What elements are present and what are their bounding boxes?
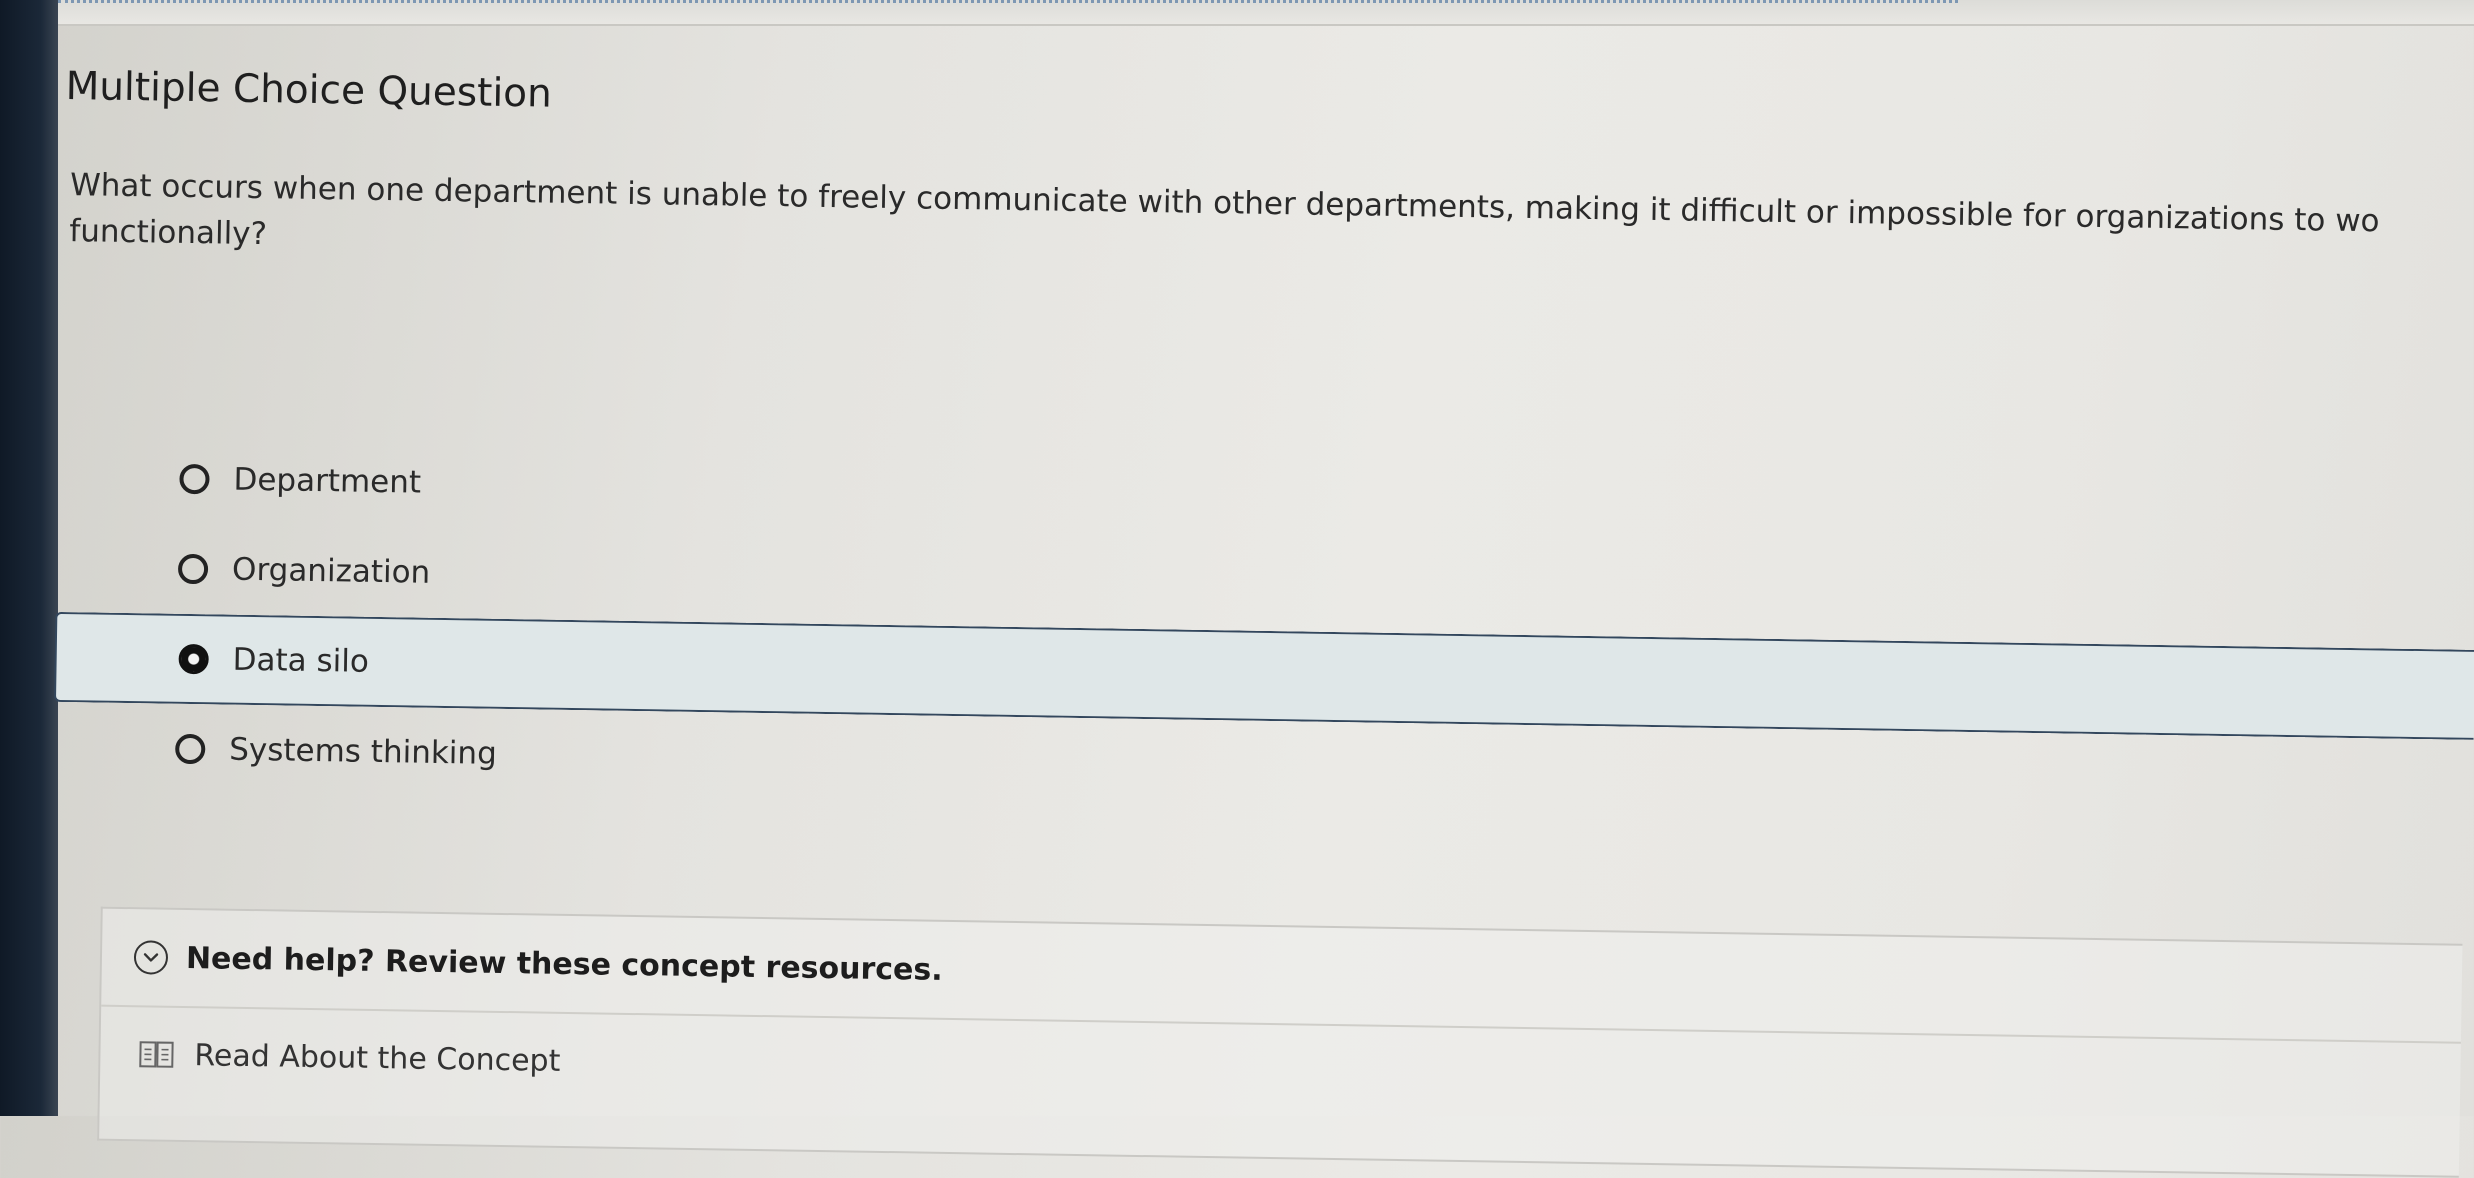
concept-resources-title: Need help? Review these concept resource… [186,940,943,987]
book-icon [138,1039,174,1070]
option-label: Systems thinking [229,732,497,772]
question-card: Multiple Choice Question What occurs whe… [49,64,2465,1154]
option-label: Department [233,462,421,501]
answer-options: Department Organization Data silo System… [113,433,2474,830]
question-type-heading: Multiple Choice Question [65,64,552,117]
focus-outline [58,0,1958,7]
concept-resources-panel: Need help? Review these concept resource… [97,907,2462,1178]
question-prompt: What occurs when one department is unabl… [69,162,2474,292]
option-label: Organization [232,552,431,591]
radio-unselected-icon[interactable] [175,734,205,764]
option-label: Data silo [232,642,369,680]
screen-bezel-left [0,0,58,1116]
radio-unselected-icon[interactable] [179,464,209,494]
radio-selected-icon[interactable] [178,644,208,674]
chevron-down-icon[interactable] [134,940,169,975]
radio-unselected-icon[interactable] [178,554,208,584]
read-about-concept-label: Read About the Concept [194,1038,561,1079]
